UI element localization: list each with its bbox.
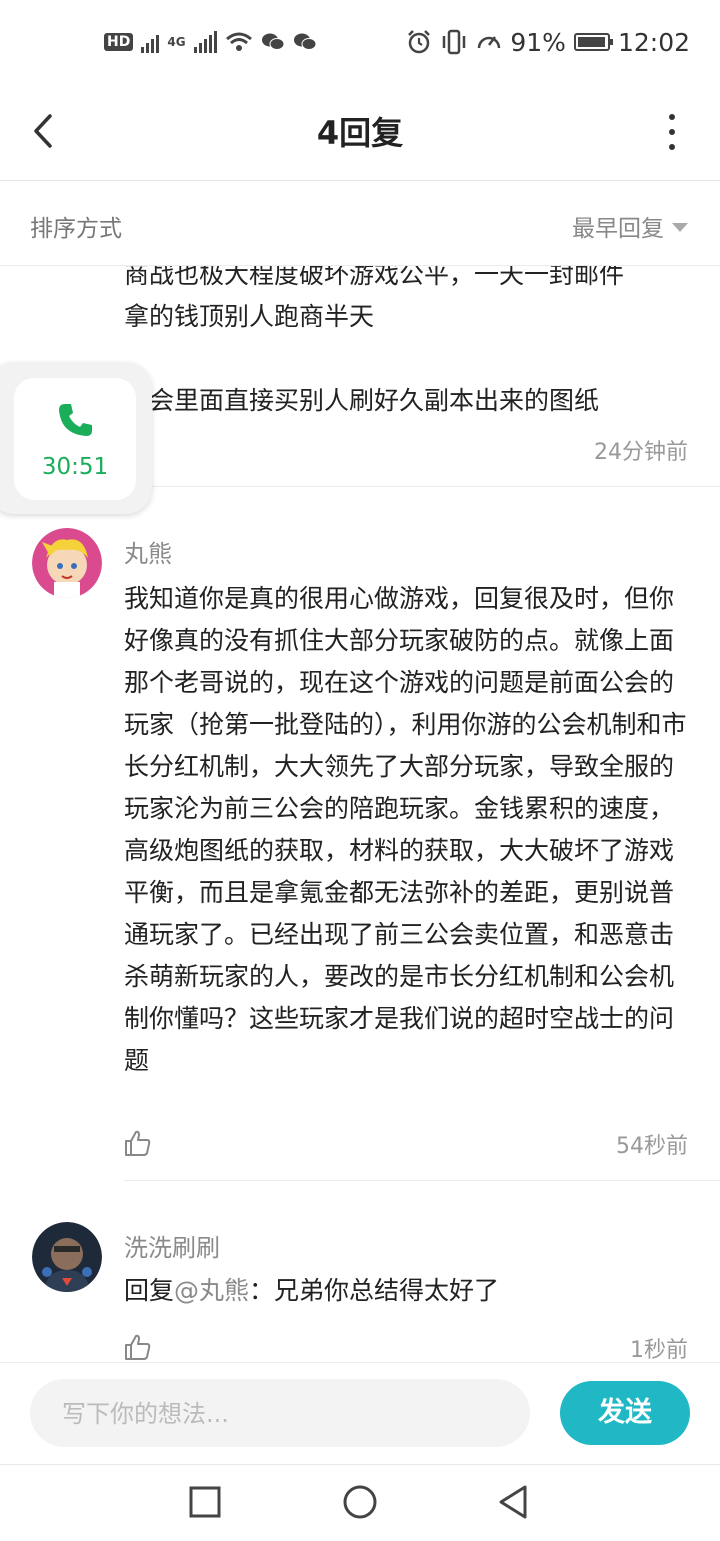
avatar[interactable] <box>32 1222 102 1292</box>
comment-time: 24分钟前 <box>594 440 688 465</box>
avatar[interactable] <box>32 528 102 598</box>
wifi-icon <box>225 32 252 51</box>
comment-divider <box>124 1180 720 1181</box>
dot-icon <box>669 144 675 150</box>
network-type: 4G <box>167 35 186 49</box>
username[interactable]: 洗洗刷刷 <box>124 1228 220 1263</box>
wechat-icon <box>261 33 285 50</box>
battery-percent: 91% <box>510 27 566 57</box>
signal-icon-2 <box>193 31 217 53</box>
thumbs-up-icon[interactable] <box>122 1128 152 1158</box>
reply-body: ：兄弟你总结得太好了 <box>249 1276 500 1305</box>
comment-input-wrapper[interactable] <box>30 1379 530 1449</box>
sort-label: 排序方式 <box>30 216 122 242</box>
hd-badge: HD <box>104 33 134 51</box>
system-nav-bar <box>0 1464 720 1541</box>
comment-time: 1秒前 <box>630 1338 688 1362</box>
signal-icon <box>141 31 160 53</box>
clock: 12:02 <box>617 27 690 57</box>
comment-time: 54秒前 <box>616 1134 688 1159</box>
recent-apps-icon[interactable] <box>188 1485 222 1519</box>
phone-icon <box>59 404 92 436</box>
call-duration: 30:51 <box>41 454 109 480</box>
dot-icon <box>669 129 675 135</box>
send-button[interactable]: 发送 <box>560 1381 690 1445</box>
sort-value: 最早回复 <box>572 216 664 242</box>
status-right-icons: 91% 12:02 <box>406 26 690 58</box>
speed-icon <box>478 36 501 49</box>
status-bar: HD 4G 91% 12:02 <box>0 0 720 84</box>
battery-icon <box>573 33 613 51</box>
top-nav-bar: 4回复 <box>0 84 720 181</box>
caret-down-icon <box>672 222 688 232</box>
username[interactable]: 丸熊 <box>124 534 172 569</box>
comment-composer: 发送 <box>0 1362 720 1465</box>
call-card[interactable]: 30:51 <box>14 378 136 500</box>
reply-text: 回复@丸熊：兄弟你总结得太好了 <box>124 1270 694 1312</box>
comment-text: 商战也极大程度破坏游戏公平，一天一封邮件 拿的钱顶别人跑商半天 公会里面直接买别… <box>124 266 625 415</box>
sort-dropdown[interactable]: 最早回复 <box>572 209 688 243</box>
thumbs-up-icon[interactable] <box>122 1332 152 1362</box>
reply-mention[interactable]: @丸熊 <box>174 1276 249 1305</box>
comment-divider <box>124 486 720 487</box>
status-left-icons: HD 4G <box>104 28 317 56</box>
comment-input[interactable] <box>60 1379 504 1449</box>
page-title: 4回复 <box>316 114 404 152</box>
home-icon[interactable] <box>342 1484 378 1520</box>
reply-prefix: 回复 <box>124 1276 175 1305</box>
dot-icon <box>669 114 675 120</box>
call-floating-window[interactable]: 30:51 <box>0 362 152 514</box>
wechat-icon-2 <box>293 33 317 50</box>
alarm-icon <box>408 30 431 54</box>
comment-text: 我知道你是真的很用心做游戏，回复很及时，但你好像真的没有抓住大部分玩家破防的点。… <box>124 584 687 1075</box>
more-options-button[interactable] <box>662 110 682 154</box>
back-nav-icon[interactable] <box>496 1484 530 1520</box>
vibrate-icon <box>443 29 466 55</box>
sort-bar: 排序方式 最早回复 <box>0 181 720 266</box>
